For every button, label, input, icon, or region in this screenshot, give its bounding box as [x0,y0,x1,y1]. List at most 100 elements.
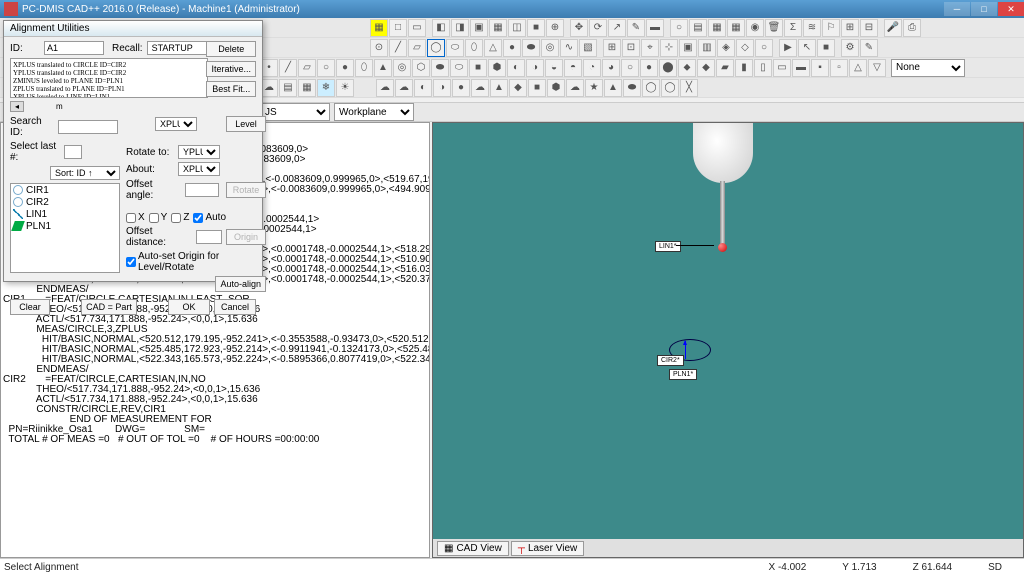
shape-c2-icon[interactable]: ◑ [526,59,544,77]
alignment-description[interactable]: XPLUS translated to CIRCLE ID=CIR2 YPLUS… [10,58,208,98]
feat-cylinder-icon[interactable]: ⬯ [465,39,483,57]
minimize-button[interactable]: ─ [944,2,970,16]
shape-c7-icon[interactable]: ○ [621,59,639,77]
filled-icon[interactable]: ■ [527,19,545,37]
shape-rslot-icon[interactable]: ⬭ [450,59,468,77]
tools2-icon[interactable]: ✎ [860,39,878,57]
feat-plane-icon[interactable]: ▱ [408,39,426,57]
shape-c18-icon[interactable]: ▫ [830,59,848,77]
shape-circle-icon[interactable]: ○ [317,59,335,77]
origin-button[interactable]: Origin [226,229,266,245]
misc1-icon[interactable]: ⊞ [841,19,859,37]
cube1-icon[interactable]: ◧ [432,19,450,37]
aux-select-1[interactable]: JS [260,103,330,121]
shape-c13-icon[interactable]: ▮ [735,59,753,77]
cancel-button[interactable]: Cancel [214,299,256,315]
shape-c5-icon[interactable]: ◔ [583,59,601,77]
sigma-icon[interactable]: Σ [784,19,802,37]
weather2-icon[interactable]: ▤ [279,79,297,97]
misc2-icon[interactable]: ⊟ [860,19,878,37]
wand-icon[interactable]: ✎ [627,19,645,37]
close-button[interactable]: ✕ [998,2,1024,16]
weather3-icon[interactable]: ▦ [298,79,316,97]
align2-icon[interactable]: ⊡ [622,39,640,57]
scroll-left-button[interactable]: ◂ [10,101,24,112]
shape-c11-icon[interactable]: ◆ [697,59,715,77]
shape-c3-icon[interactable]: ◒ [545,59,563,77]
cube5-icon[interactable]: ◫ [508,19,526,37]
mic-icon[interactable]: 🎤 [884,19,902,37]
cursor-icon[interactable]: ↖ [798,39,816,57]
shape-c15-icon[interactable]: ▭ [773,59,791,77]
weather7-icon[interactable]: ☁ [395,79,413,97]
cube2-icon[interactable]: ◨ [451,19,469,37]
weather4-icon[interactable]: ❄ [317,79,335,97]
about-select[interactable]: XPLUS [178,162,220,176]
lin1-label[interactable]: LIN1* [655,241,681,252]
shape-plane-icon[interactable]: ▱ [298,59,316,77]
shapes-select[interactable]: None [891,59,965,77]
shape-c10-icon[interactable]: ⬥ [678,59,696,77]
open-icon[interactable]: ▭ [408,19,426,37]
bestfit-button[interactable]: Best Fit... [206,81,256,97]
weather15-icon[interactable]: ⬢ [547,79,565,97]
delete-button[interactable]: Delete [206,41,256,57]
new-icon[interactable]: □ [389,19,407,37]
feat-point-icon[interactable]: ⊙ [370,39,388,57]
shape-c14-icon[interactable]: ▯ [754,59,772,77]
dim-icon[interactable]: ≋ [803,19,821,37]
shape-torus-icon[interactable]: ◎ [393,59,411,77]
feat-slot-icon[interactable]: ⬬ [522,39,540,57]
pln1-label[interactable]: PLN1* [669,369,697,380]
trash-icon[interactable]: 🗑 [765,19,783,37]
iterative-button[interactable]: Iterative... [206,61,256,77]
maximize-button[interactable]: □ [971,2,997,16]
feat-sphere-icon[interactable]: ● [503,39,521,57]
weather20-icon[interactable]: ◯ [642,79,660,97]
sort-select[interactable]: Sort: ID ↑ [50,166,120,180]
weather13-icon[interactable]: ◆ [509,79,527,97]
feat-torus-icon[interactable]: ◎ [541,39,559,57]
feat-surf-icon[interactable]: ▧ [579,39,597,57]
search-input[interactable] [58,120,118,134]
shade-icon[interactable]: ○ [670,19,688,37]
align6-icon[interactable]: ▥ [698,39,716,57]
ruler-icon[interactable]: ▬ [646,19,664,37]
shape-sq-icon[interactable]: ■ [469,59,487,77]
globe-icon[interactable]: ⊕ [546,19,564,37]
shape-c6-icon[interactable]: ◕ [602,59,620,77]
align5-icon[interactable]: ▣ [679,39,697,57]
autoset-checkbox[interactable]: Auto-set Origin for Level/Rotate [126,251,266,273]
ok-button[interactable]: OK [168,299,210,315]
rotate-icon[interactable]: ⟳ [589,19,607,37]
cube3-icon[interactable]: ▣ [470,19,488,37]
move-icon[interactable]: ✥ [570,19,588,37]
laser-view-tab[interactable]: ┬Laser View [511,541,584,556]
tools1-icon[interactable]: ⚙ [841,39,859,57]
cube4-icon[interactable]: ▦ [489,19,507,37]
align8-icon[interactable]: ◇ [736,39,754,57]
feat-line-icon[interactable]: ╱ [389,39,407,57]
shape-hex-icon[interactable]: ⬡ [412,59,430,77]
z-checkbox[interactable]: Z [171,212,189,223]
weather10-icon[interactable]: ● [452,79,470,97]
auto-checkbox[interactable]: Auto [193,212,226,223]
x-checkbox[interactable]: X [126,212,145,223]
align7-icon[interactable]: ◈ [717,39,735,57]
shape-slot-icon[interactable]: ⬬ [431,59,449,77]
clear-button[interactable]: Clear [10,299,50,315]
camera-icon[interactable]: ◉ [746,19,764,37]
feat-ellipse-icon[interactable]: ⬭ [446,39,464,57]
weather22-icon[interactable]: ╳ [680,79,698,97]
weather16-icon[interactable]: ☁ [566,79,584,97]
weather8-icon[interactable]: ◐ [414,79,432,97]
weather18-icon[interactable]: ▲ [604,79,622,97]
shape-sphere-icon[interactable]: ● [336,59,354,77]
weather21-icon[interactable]: ◯ [661,79,679,97]
graphics-view[interactable]: LIN1* CIR2* PLN1* ▦CAD View ┬Laser View [432,122,1024,558]
stop-icon[interactable]: ■ [817,39,835,57]
pick-icon[interactable]: ↗ [608,19,626,37]
autoalign-button[interactable]: Auto-align [215,276,266,292]
shape-c19-icon[interactable]: △ [849,59,867,77]
feat-curve-icon[interactable]: ∿ [560,39,578,57]
